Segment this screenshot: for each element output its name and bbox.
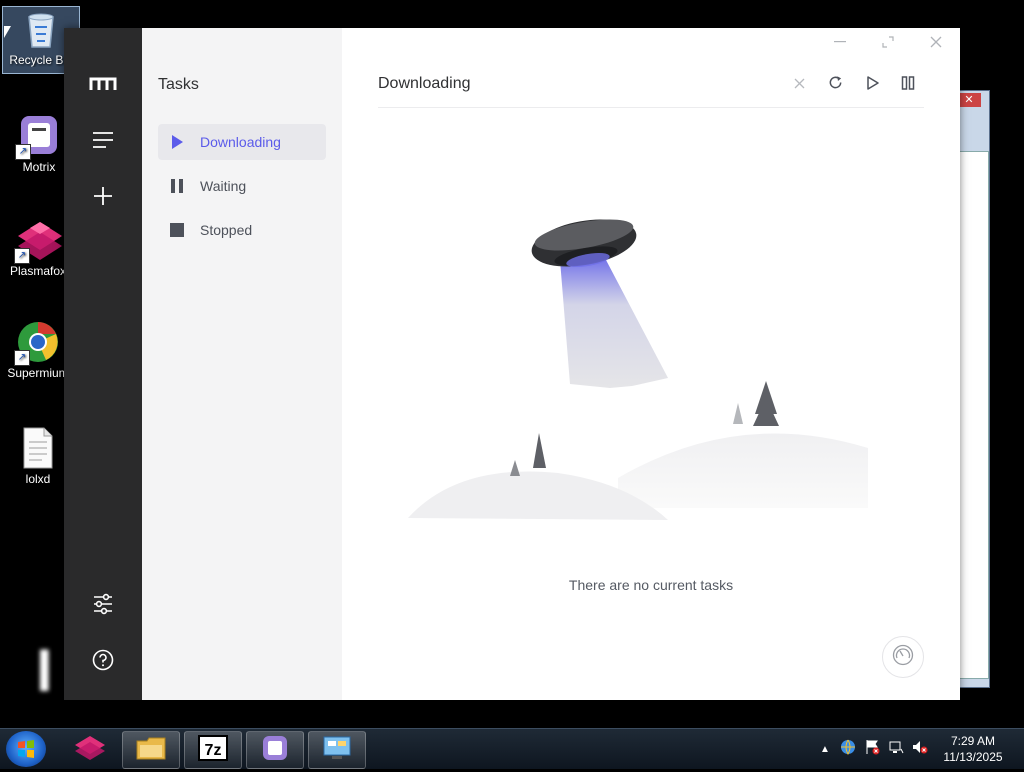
speedometer-icon	[892, 644, 914, 671]
file-explorer-icon	[135, 735, 167, 766]
shortcut-arrow-icon: ↗	[15, 144, 31, 160]
7zip-icon: 7z	[198, 734, 228, 766]
recycle-bin-icon	[19, 7, 63, 51]
network-icon[interactable]	[888, 739, 904, 760]
delete-task-button[interactable]	[786, 72, 812, 98]
shortcut-arrow-icon: ↗	[14, 248, 30, 264]
motrix-logo-icon[interactable]	[83, 64, 123, 104]
taskbar-motrix[interactable]	[246, 731, 304, 769]
app-rail	[64, 28, 142, 700]
play-icon	[866, 75, 879, 95]
taskbar-7zip[interactable]: 7z	[184, 731, 242, 769]
background-window-content	[959, 151, 989, 679]
document-icon	[16, 426, 60, 470]
control-panel-icon	[322, 735, 352, 766]
svg-text:7z: 7z	[205, 742, 222, 759]
motrix-icon: ↗	[15, 114, 61, 160]
refresh-button[interactable]	[822, 72, 848, 98]
taskbar-control-panel[interactable]	[308, 731, 366, 769]
motrix-icon	[261, 734, 289, 767]
shortcut-arrow-icon: ↗	[14, 350, 30, 366]
page-title: Downloading	[378, 75, 471, 92]
sidebar-item-label: Stopped	[200, 222, 253, 238]
clock-date: 11/13/2025	[943, 750, 1003, 764]
header-divider	[378, 107, 924, 108]
sliders-icon[interactable]	[83, 584, 123, 624]
empty-state-message: There are no current tasks	[568, 577, 734, 593]
supermium-icon: ↗	[14, 320, 60, 366]
plus-icon[interactable]	[83, 176, 123, 216]
action-center-icon[interactable]	[864, 739, 880, 760]
clock-time: 7:29 AM	[950, 734, 996, 748]
sidebar-item-label: Waiting	[200, 178, 247, 194]
pause-icon	[901, 75, 915, 95]
sidebar-title: Tasks	[158, 76, 199, 93]
close-icon	[794, 76, 805, 94]
sidebar-item-downloading[interactable]: Downloading	[158, 124, 326, 160]
taskbar-file-explorer[interactable]	[122, 731, 180, 769]
menu-icon[interactable]	[83, 120, 123, 160]
taskbar-clock[interactable]: 7:29 AM 11/13/2025	[928, 733, 1018, 765]
play-icon	[170, 135, 184, 149]
tree-icon	[533, 433, 546, 468]
sidebar-item-stopped[interactable]: Stopped	[158, 212, 326, 248]
refresh-icon	[828, 75, 843, 95]
task-list-panel: Downloading There are no current tasks	[342, 28, 960, 700]
taskbar-plasmafox[interactable]	[62, 731, 118, 767]
taskbar: 7z ▲ 7:29 AM 11/13/2025	[0, 728, 1024, 769]
windows-start-icon[interactable]	[6, 731, 46, 767]
resume-all-button[interactable]	[859, 72, 885, 98]
help-circle-icon[interactable]	[83, 640, 123, 680]
mouse-cursor-icon	[4, 26, 11, 38]
motrix-window: Tasks Downloading Waiting Stopped Downlo…	[64, 28, 960, 700]
show-hidden-icons-icon[interactable]: ▲	[820, 744, 830, 755]
desktop-wallpaper-glyph: I	[36, 637, 53, 704]
volume-muted-icon[interactable]	[912, 739, 928, 760]
tree-icon	[510, 460, 520, 476]
maximize-icon[interactable]	[876, 34, 900, 50]
plasmafox-icon	[73, 733, 107, 766]
sidebar-item-label: Downloading	[200, 134, 281, 150]
task-sidebar: Tasks Downloading Waiting Stopped	[142, 28, 342, 700]
tree-icon	[733, 403, 743, 424]
network-globe-icon[interactable]	[840, 739, 856, 760]
speedometer-button[interactable]	[882, 636, 924, 678]
pause-all-button[interactable]	[895, 72, 921, 98]
system-tray: ▲	[820, 729, 928, 769]
window-close-icon[interactable]	[924, 34, 948, 50]
close-icon[interactable]: ✕	[957, 93, 981, 107]
minimize-icon[interactable]	[828, 34, 852, 50]
plasmafox-icon: ↗	[14, 218, 62, 264]
pause-icon	[170, 179, 184, 193]
stop-icon	[170, 223, 184, 237]
sidebar-item-waiting[interactable]: Waiting	[158, 168, 326, 204]
ufo-illustration	[408, 219, 868, 520]
